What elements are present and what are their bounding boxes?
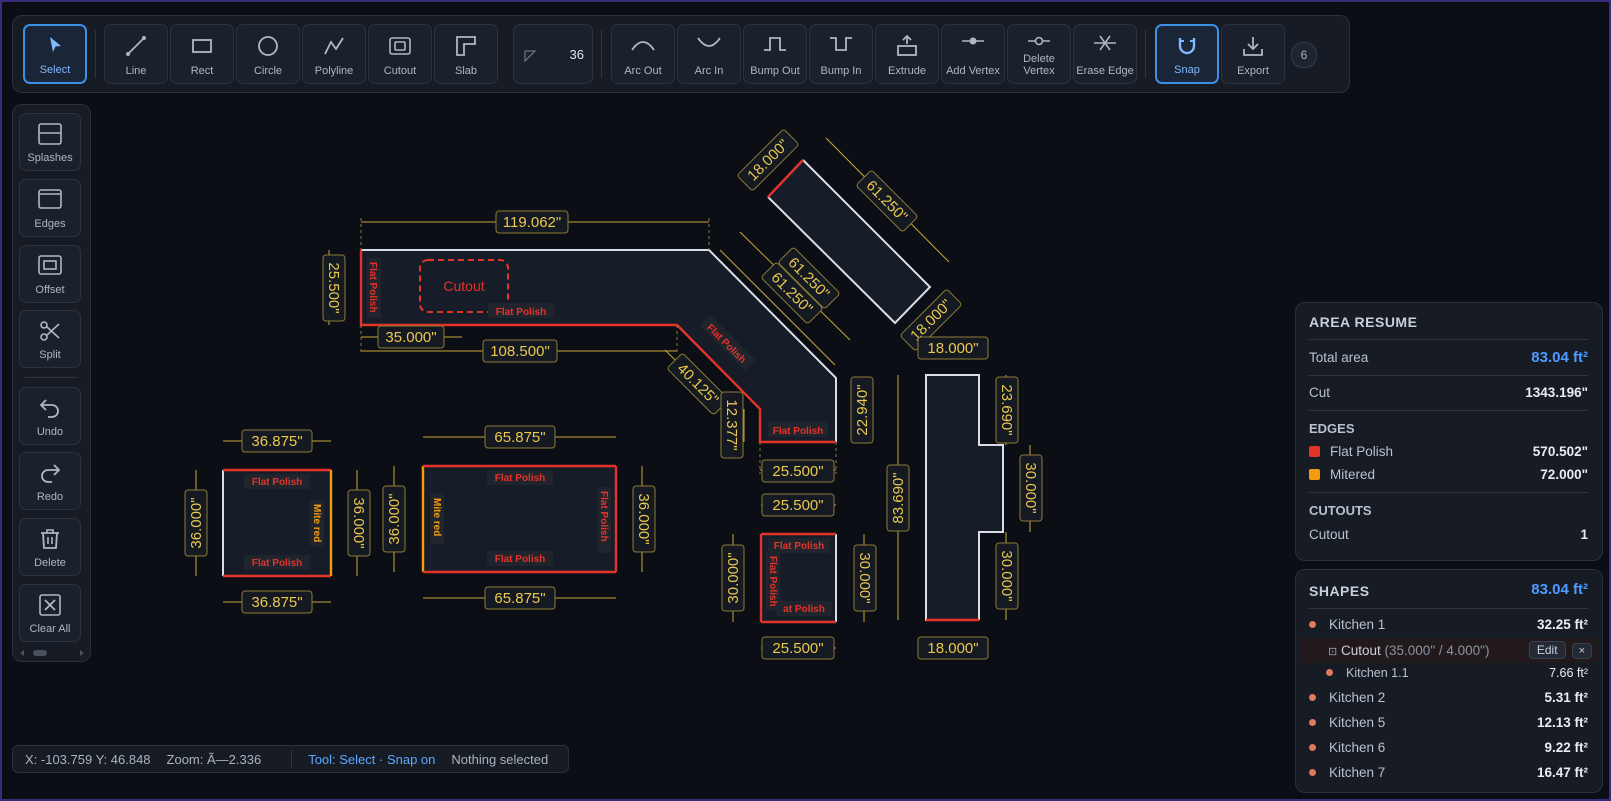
edge-tag: Mite red: [311, 504, 322, 542]
svg-text:25.500": 25.500": [772, 463, 823, 480]
count-badge: 6: [1291, 42, 1317, 68]
dim-k1-bottom[interactable]: 108.500": [482, 339, 558, 363]
shape-kitchen-5[interactable]: Flat Polish Flat Polish Mite red Flat Po…: [421, 464, 618, 574]
dim-k2-left[interactable]: 36.000": [184, 489, 208, 557]
dim-k7-bottom[interactable]: 18.000": [917, 636, 989, 660]
svg-text:65.875": 65.875": [494, 590, 545, 607]
cutout-remove-button[interactable]: ×: [1571, 643, 1592, 659]
svg-text:36.875": 36.875": [251, 433, 302, 450]
edge-tag: Flat Polish: [252, 477, 303, 488]
svg-text:25.500": 25.500": [772, 640, 823, 657]
svg-text:30.000": 30.000": [998, 550, 1015, 601]
cutout-label: Cutout: [443, 278, 484, 294]
drawing-canvas[interactable]: .dim-line { stroke:#caa63a; stroke-width…: [0, 0, 1290, 740]
area-panel-title: AREA RESUME: [1309, 314, 1418, 330]
edge-tag: Flat Polish: [773, 426, 824, 437]
dim-k5-top[interactable]: 65.875": [484, 425, 556, 449]
svg-text:36.875": 36.875": [251, 594, 302, 611]
svg-text:18.000": 18.000": [927, 640, 978, 657]
shape-item-kitchen-7[interactable]: Kitchen 7 16.47 ft²: [1309, 765, 1588, 780]
selection-status: Nothing selected: [451, 751, 549, 767]
mitered-swatch: [1309, 469, 1320, 480]
shape-item-kitchen-1-1[interactable]: Kitchen 1.1 7.66 ft²: [1326, 666, 1588, 680]
shape-kitchen-2[interactable]: Flat Polish Flat Polish Mite red: [222, 468, 333, 578]
cutout-row-icon: ⊡: [1328, 646, 1338, 658]
edge-tag: Flat Polish: [367, 262, 378, 313]
dim-k1-end-bottom[interactable]: 25.500": [761, 459, 835, 483]
svg-text:30.000": 30.000": [1022, 462, 1039, 513]
edge-tag: Mite red: [431, 498, 442, 536]
shapes-panel-title: SHAPES: [1309, 583, 1370, 599]
svg-text:36.000": 36.000": [350, 497, 367, 548]
area-resume-panel: AREA RESUME Total area 83.04 ft² Cut 134…: [1295, 302, 1603, 561]
svg-text:36.000": 36.000": [188, 497, 205, 548]
shapes-total: 83.04 ft²: [1531, 581, 1588, 598]
dim-k6-bottom[interactable]: 25.500": [761, 636, 835, 660]
edge-row-flat-polish: Flat Polish 570.502": [1309, 444, 1588, 459]
dim-k6-top[interactable]: 25.500": [761, 493, 835, 517]
dim-k7-top[interactable]: 18.000": [917, 336, 989, 360]
svg-text:83.690": 83.690": [890, 472, 907, 523]
svg-text:35.000": 35.000": [385, 329, 436, 346]
cut-row: Cut 1343.196": [1309, 385, 1588, 400]
dim-k7-right-top[interactable]: 23.690": [995, 376, 1019, 444]
dim-k1-end-left[interactable]: 12.377": [720, 391, 744, 459]
dim-k1-cutout-offset[interactable]: 35.000": [377, 325, 445, 349]
shape-kitchen-7[interactable]: [925, 374, 1004, 622]
dim-k5-bottom[interactable]: 65.875": [484, 586, 556, 610]
dim-k6-right[interactable]: 30.000": [853, 544, 877, 612]
active-tool-status: Tool: Select · Snap on: [308, 751, 436, 767]
cutout-row[interactable]: ⊡ Cutout (35.000" / 4.000") Edit ×: [1300, 638, 1598, 663]
edge-tag: Flat Polish: [496, 307, 547, 318]
total-area-row: Total area 83.04 ft²: [1309, 349, 1588, 366]
dim-k1-end-right[interactable]: 22.940": [850, 376, 874, 444]
svg-text:18.000": 18.000": [927, 340, 978, 357]
edge-tag: Flat Polish: [495, 473, 546, 484]
dim-k2-top[interactable]: 36.875": [241, 429, 313, 453]
dim-k1-top[interactable]: 119.062": [495, 210, 569, 234]
edge-row-mitered: Mitered 72.000": [1309, 467, 1588, 482]
dim-k2-bottom[interactable]: 36.875": [241, 590, 313, 614]
shape-item-kitchen-2[interactable]: Kitchen 2 5.31 ft²: [1309, 690, 1588, 705]
svg-text:23.690": 23.690": [998, 384, 1015, 435]
svg-text:25.500": 25.500": [325, 262, 342, 313]
edge-tag: Flat Polish: [252, 558, 303, 569]
svg-text:25.500": 25.500": [772, 497, 823, 514]
edge-tag: at Polish: [783, 604, 825, 615]
shape-item-kitchen-1[interactable]: Kitchen 1 32.25 ft²: [1309, 617, 1588, 632]
svg-text:36.000": 36.000": [635, 493, 652, 544]
dim-k7-right-mid[interactable]: 30.000": [1019, 454, 1043, 522]
cutout-edit-button[interactable]: Edit: [1528, 641, 1566, 659]
edges-section-title: EDGES: [1309, 421, 1355, 436]
shape-item-kitchen-5[interactable]: Kitchen 5 12.13 ft²: [1309, 715, 1588, 730]
svg-text:12.377": 12.377": [723, 399, 740, 450]
dim-k5-left[interactable]: 36.000": [382, 485, 406, 553]
shapes-panel: SHAPES 83.04 ft² Kitchen 1 32.25 ft² ⊡ C…: [1295, 569, 1603, 793]
svg-text:119.062": 119.062": [503, 214, 561, 231]
svg-text:65.875": 65.875": [494, 429, 545, 446]
dim-k7-right-bottom[interactable]: 30.000": [995, 542, 1019, 610]
dim-k5-right[interactable]: 36.000": [632, 485, 656, 553]
dim-k1-left[interactable]: 25.500": [322, 254, 346, 322]
svg-text:36.000": 36.000": [386, 493, 403, 544]
svg-text:30.000": 30.000": [725, 552, 742, 603]
dim-k7-left[interactable]: 83.690": [886, 464, 910, 532]
svg-text:108.500": 108.500": [490, 343, 550, 360]
zoom-level: Zoom: Ã—2.336: [166, 751, 262, 767]
edge-tag: Flat Polish: [598, 491, 609, 542]
status-bar: X: -103.759 Y: 46.848 Zoom: Ã—2.336 Tool…: [12, 745, 569, 773]
edge-tag: Flat Polish: [767, 556, 778, 607]
cutout-count-row: Cutout 1: [1309, 527, 1588, 542]
edge-tag: Flat Polish: [495, 554, 546, 565]
cutouts-section-title: CUTOUTS: [1309, 503, 1372, 518]
svg-text:30.000": 30.000": [856, 552, 873, 603]
dim-k6-left[interactable]: 30.000": [721, 544, 745, 612]
edge-tag: Flat Polish: [774, 541, 825, 552]
dim-k2-right[interactable]: 36.000": [347, 489, 371, 557]
shape-item-kitchen-6[interactable]: Kitchen 6 9.22 ft²: [1309, 740, 1588, 755]
flat-polish-swatch: [1309, 446, 1320, 457]
cursor-coords: X: -103.759 Y: 46.848: [25, 751, 151, 767]
shape-kitchen-6[interactable]: Flat Polish at Polish Flat Polish: [759, 532, 837, 624]
svg-text:22.940": 22.940": [854, 384, 871, 435]
